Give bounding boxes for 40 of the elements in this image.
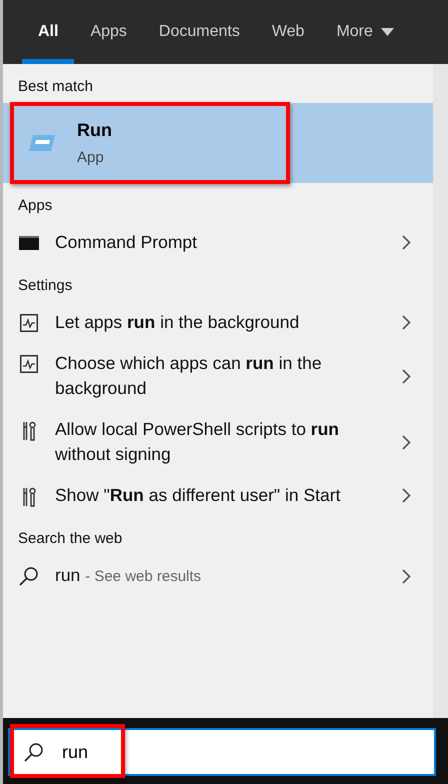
chevron-icon <box>402 568 411 584</box>
best-match-result[interactable]: Run App <box>3 103 433 183</box>
result-label: Let apps run in the background <box>55 311 300 334</box>
result-row[interactable]: run - See web results <box>3 555 433 597</box>
chevron-icon <box>402 434 411 450</box>
result-title: Run <box>77 120 112 141</box>
search-icon <box>19 566 39 586</box>
section-heading: Apps <box>17 197 52 214</box>
run-dialog-icon <box>29 135 55 151</box>
result-label: Choose which apps can run in the background <box>55 352 323 400</box>
search-field[interactable]: run <box>60 740 260 764</box>
chevron-icon <box>402 315 411 330</box>
console-icon <box>19 236 39 250</box>
result-row[interactable]: Allow local PowerShell scripts to run without signing <box>3 409 433 475</box>
search-tab[interactable]: Documents <box>142 0 256 64</box>
search-tab[interactable]: Apps <box>74 0 143 64</box>
section-heading: Search the web <box>17 530 122 547</box>
activity-monitor-icon <box>20 355 38 373</box>
search-icon <box>24 742 44 762</box>
result-type: App <box>77 149 105 166</box>
result-row[interactable]: Choose which apps can run in the background <box>3 343 433 409</box>
search-tab[interactable]: Web <box>256 0 320 64</box>
section-heading: Best match <box>17 78 94 95</box>
hint-text: - See web results <box>85 568 202 585</box>
chevron-icon <box>402 368 411 384</box>
query-text: run <box>55 565 80 585</box>
search-tab[interactable]: All <box>22 0 74 64</box>
search-tab[interactable]: More <box>320 0 410 64</box>
result-row[interactable]: Command Prompt <box>3 222 433 263</box>
result-label: Show "Run as different user" in Start <box>55 484 342 507</box>
activity-monitor-icon <box>20 314 38 332</box>
chevron-icon <box>402 235 411 250</box>
result-label: Command Prompt <box>55 231 198 254</box>
tools-icon <box>21 421 37 441</box>
result-label: Allow local PowerShell scripts to run without signing <box>55 418 340 466</box>
result-row[interactable]: Show "Run as different user" in Start <box>3 475 433 516</box>
chevron-icon <box>402 488 411 503</box>
section-heading: Settings <box>17 277 72 294</box>
result-row[interactable]: Let apps run in the background <box>3 302 433 343</box>
tools-icon <box>21 487 37 507</box>
